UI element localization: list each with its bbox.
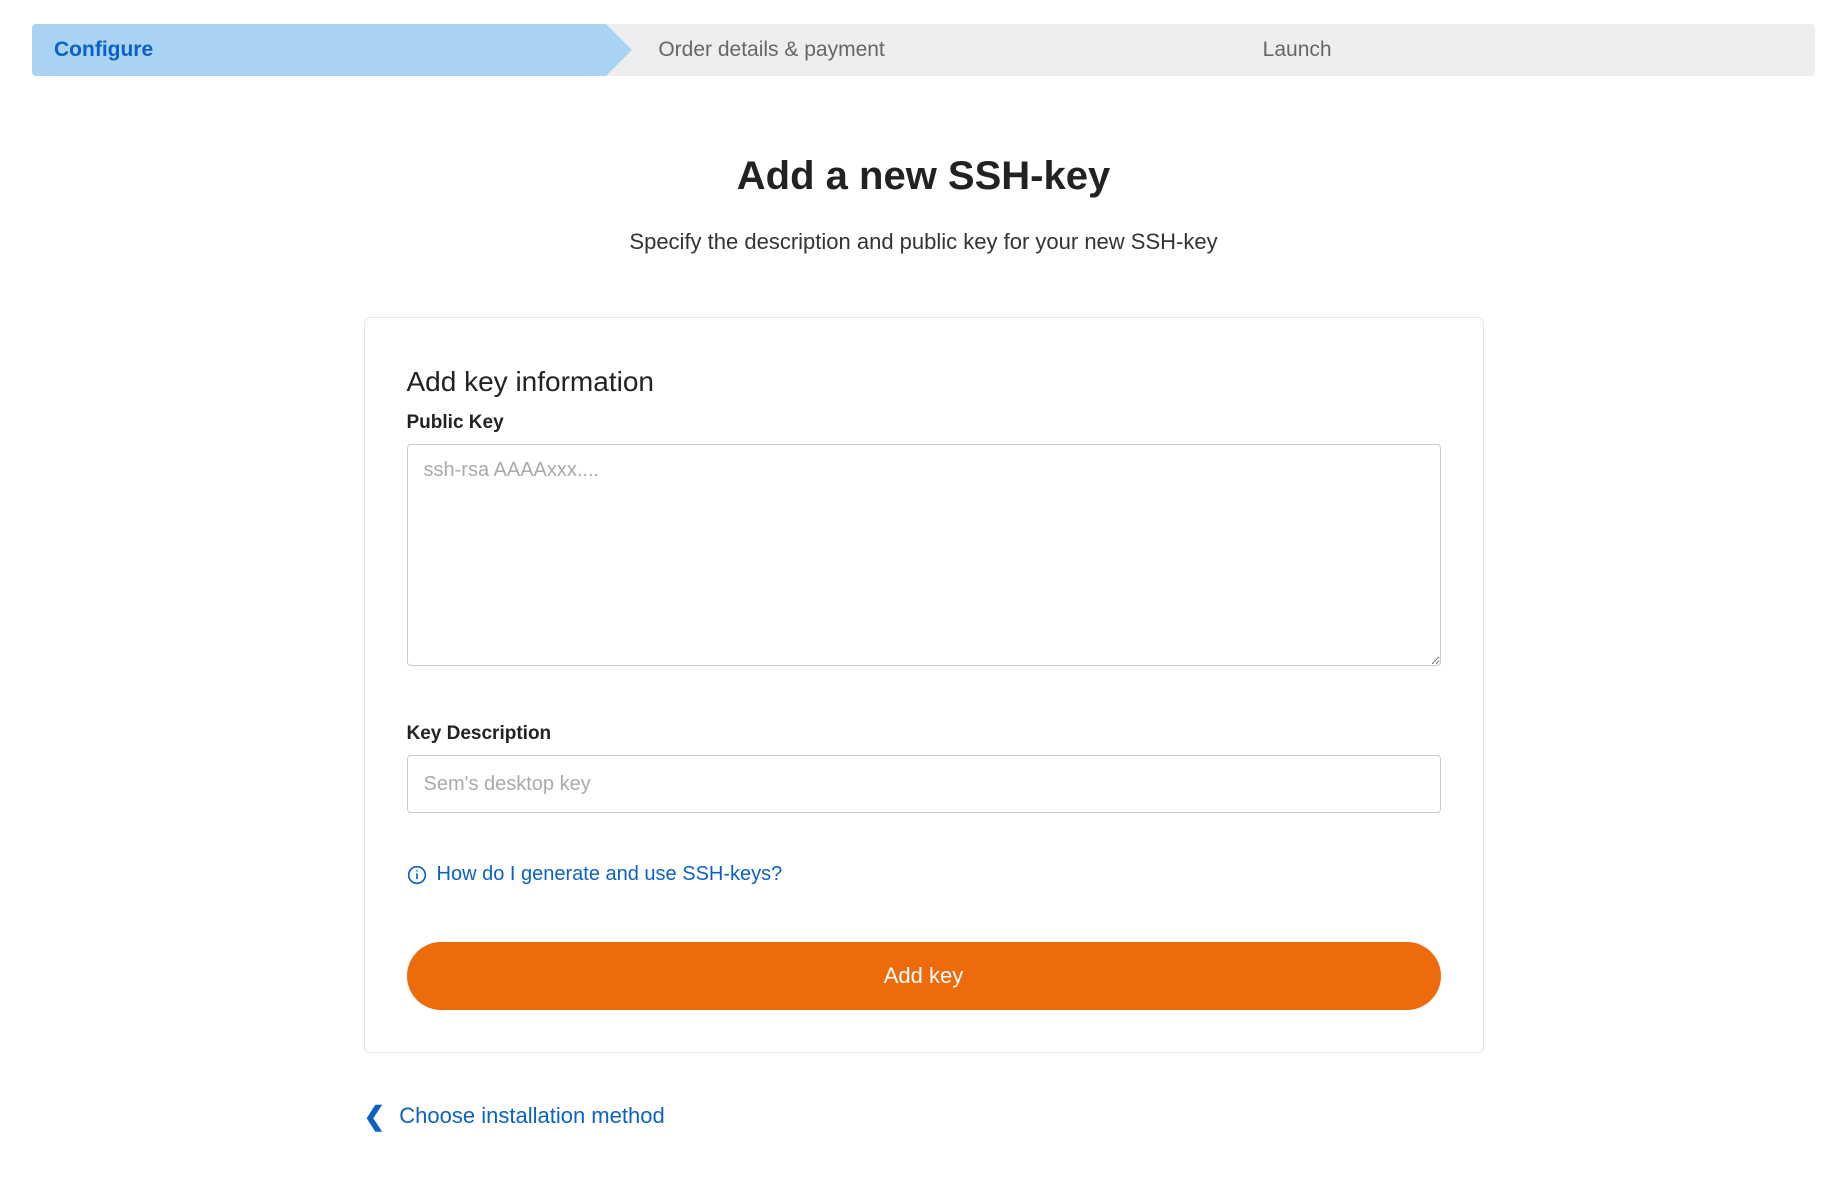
step-order-payment[interactable]: Order details & payment <box>606 24 1210 76</box>
step-configure[interactable]: Configure <box>32 24 606 76</box>
step-launch[interactable]: Launch <box>1211 24 1815 76</box>
back-link-text: Choose installation method <box>399 1103 664 1129</box>
public-key-label: Public Key <box>407 412 1441 434</box>
add-key-card: Add key information Public Key Key Descr… <box>364 317 1484 1053</box>
step-label: Launch <box>1263 38 1332 62</box>
add-key-button-label: Add key <box>884 963 964 989</box>
ssh-help-link-text: How do I generate and use SSH-keys? <box>437 863 783 886</box>
progress-stepper: Configure Order details & payment Launch <box>32 24 1815 76</box>
key-description-label: Key Description <box>407 723 1441 745</box>
card-title: Add key information <box>407 366 1441 398</box>
info-icon <box>407 865 427 885</box>
add-key-button[interactable]: Add key <box>407 942 1441 1010</box>
step-label: Configure <box>54 38 153 62</box>
key-description-input[interactable] <box>407 755 1441 813</box>
public-key-textarea[interactable] <box>407 444 1441 666</box>
back-link[interactable]: ❮ Choose installation method <box>364 1103 1484 1129</box>
chevron-left-icon: ❮ <box>364 1103 386 1129</box>
step-label: Order details & payment <box>658 38 884 62</box>
page-subtitle: Specify the description and public key f… <box>32 229 1815 255</box>
ssh-help-link[interactable]: How do I generate and use SSH-keys? <box>407 863 1441 886</box>
page-title: Add a new SSH-key <box>32 154 1815 199</box>
